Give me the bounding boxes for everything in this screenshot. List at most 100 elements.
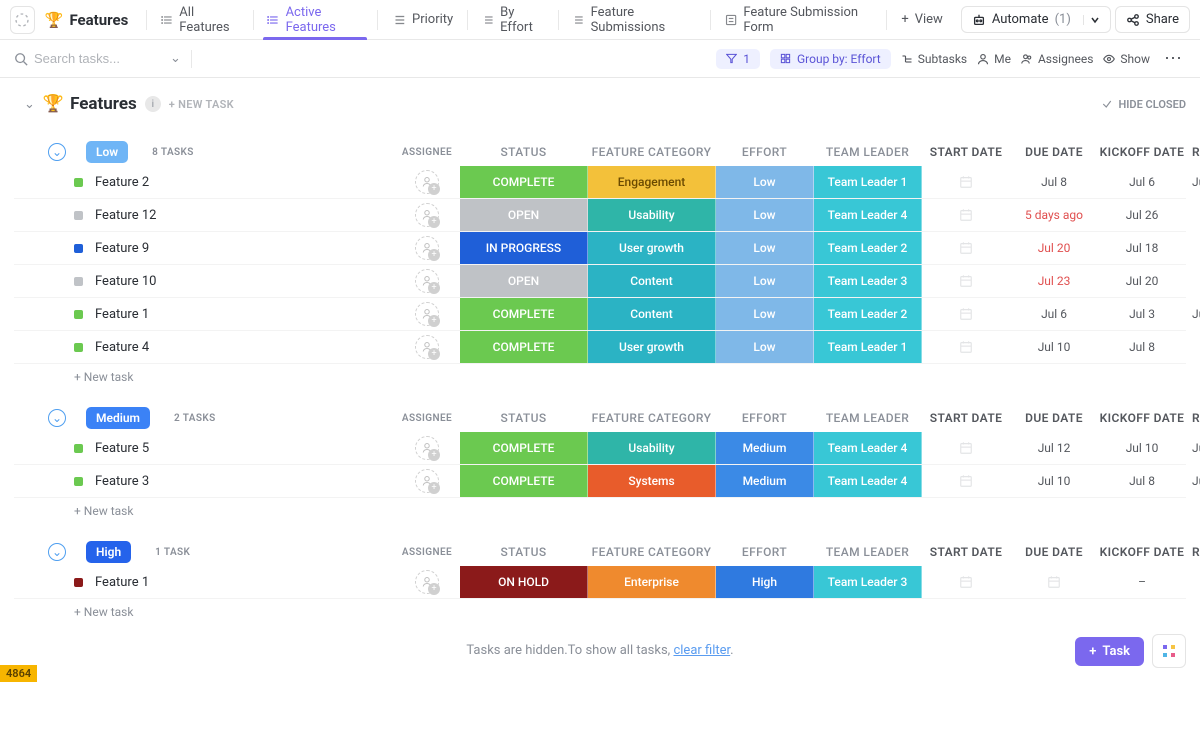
- chevron-down-icon[interactable]: ⌄: [48, 409, 66, 427]
- more-icon[interactable]: ⋯: [1160, 48, 1186, 69]
- status-cell[interactable]: COMPLETE: [460, 331, 588, 363]
- info-icon[interactable]: i: [145, 96, 161, 112]
- due-date-cell[interactable]: Jul 8: [1010, 166, 1098, 198]
- task-name[interactable]: Feature 1: [95, 307, 149, 322]
- effort-cell[interactable]: Low: [716, 298, 814, 330]
- table-row[interactable]: Feature 10OPENContentLowTeam Leader 3Jul…: [14, 265, 1186, 298]
- task-name[interactable]: Feature 10: [95, 274, 156, 289]
- assignee-placeholder-icon[interactable]: [415, 236, 439, 260]
- kickoff-date-cell[interactable]: Jul 18: [1098, 232, 1186, 264]
- col-start[interactable]: START DATE: [922, 145, 1010, 159]
- category-cell[interactable]: User growth: [588, 331, 716, 363]
- kickoff-date-cell[interactable]: Jul 8: [1098, 331, 1186, 363]
- col-review[interactable]: REVIEW: [1186, 545, 1200, 559]
- review-cell[interactable]: Ju: [1186, 298, 1200, 330]
- assignee-cell[interactable]: [394, 265, 460, 297]
- status-cell[interactable]: COMPLETE: [460, 298, 588, 330]
- start-date-cell[interactable]: [922, 298, 1010, 330]
- col-kickoff[interactable]: KICKOFF DATE: [1098, 411, 1186, 425]
- review-cell[interactable]: [1186, 566, 1200, 598]
- table-row[interactable]: Feature 4COMPLETEUser growthLowTeam Lead…: [14, 331, 1186, 364]
- start-date-cell[interactable]: [922, 432, 1010, 464]
- start-date-cell[interactable]: [922, 232, 1010, 264]
- category-cell[interactable]: Content: [588, 298, 716, 330]
- tab-by-effort[interactable]: By Effort: [472, 0, 553, 40]
- chevron-down-icon[interactable]: ⌄: [170, 51, 181, 66]
- due-date-cell[interactable]: Jul 10: [1010, 465, 1098, 497]
- kickoff-date-cell[interactable]: –: [1098, 566, 1186, 598]
- automate-button[interactable]: Automate (1): [961, 6, 1111, 33]
- new-task-row-button[interactable]: + New task: [14, 364, 1186, 390]
- review-cell[interactable]: Ju: [1186, 432, 1200, 464]
- assignee-placeholder-icon[interactable]: [415, 335, 439, 359]
- effort-cell[interactable]: Low: [716, 166, 814, 198]
- col-due[interactable]: DUE DATE: [1010, 411, 1098, 425]
- chevron-down-icon[interactable]: ⌄: [48, 143, 66, 161]
- table-row[interactable]: Feature 3COMPLETESystemsMediumTeam Leade…: [14, 465, 1186, 498]
- assignee-placeholder-icon[interactable]: [415, 203, 439, 227]
- review-cell[interactable]: Ju: [1186, 465, 1200, 497]
- review-cell[interactable]: [1186, 331, 1200, 363]
- effort-cell[interactable]: Medium: [716, 432, 814, 464]
- leader-cell[interactable]: Team Leader 2: [814, 298, 922, 330]
- col-due[interactable]: DUE DATE: [1010, 545, 1098, 559]
- task-name-cell[interactable]: Feature 2: [14, 166, 394, 198]
- task-name-cell[interactable]: Feature 3: [14, 465, 394, 497]
- assignee-cell[interactable]: [394, 465, 460, 497]
- col-leader[interactable]: TEAM LEADER: [814, 545, 922, 559]
- task-name[interactable]: Feature 3: [95, 474, 149, 489]
- status-cell[interactable]: OPEN: [460, 265, 588, 297]
- assignee-placeholder-icon[interactable]: [415, 436, 439, 460]
- assignee-placeholder-icon[interactable]: [415, 469, 439, 493]
- effort-cell[interactable]: Medium: [716, 465, 814, 497]
- review-cell[interactable]: [1186, 265, 1200, 297]
- due-date-cell[interactable]: Jul 6: [1010, 298, 1098, 330]
- assignee-cell[interactable]: [394, 232, 460, 264]
- group-badge[interactable]: Low: [86, 141, 128, 163]
- task-name-cell[interactable]: Feature 5: [14, 432, 394, 464]
- task-name-cell[interactable]: Feature 4: [14, 331, 394, 363]
- assignee-cell[interactable]: [394, 166, 460, 198]
- kickoff-date-cell[interactable]: Jul 6: [1098, 166, 1186, 198]
- leader-cell[interactable]: Team Leader 4: [814, 432, 922, 464]
- status-cell[interactable]: COMPLETE: [460, 166, 588, 198]
- page-title[interactable]: 🏆 Features: [39, 11, 135, 29]
- col-category[interactable]: FEATURE CATEGORY: [588, 545, 716, 559]
- due-date-cell[interactable]: Jul 20: [1010, 232, 1098, 264]
- effort-cell[interactable]: Low: [716, 199, 814, 231]
- share-button[interactable]: Share: [1115, 6, 1190, 33]
- col-leader[interactable]: TEAM LEADER: [814, 145, 922, 159]
- subtasks-button[interactable]: Subtasks: [901, 52, 967, 66]
- new-task-row-button[interactable]: + New task: [14, 498, 1186, 524]
- chevron-down-icon[interactable]: [1083, 15, 1100, 25]
- due-date-cell[interactable]: Jul 10: [1010, 331, 1098, 363]
- status-cell[interactable]: OPEN: [460, 199, 588, 231]
- group-by-pill[interactable]: Group by: Effort: [770, 49, 891, 69]
- leader-cell[interactable]: Team Leader 1: [814, 331, 922, 363]
- status-cell[interactable]: COMPLETE: [460, 432, 588, 464]
- kickoff-date-cell[interactable]: Jul 3: [1098, 298, 1186, 330]
- due-date-cell[interactable]: Jul 23: [1010, 265, 1098, 297]
- new-task-row-button[interactable]: + New task: [14, 599, 1186, 625]
- col-status[interactable]: STATUS: [460, 545, 588, 559]
- effort-cell[interactable]: High: [716, 566, 814, 598]
- tab-active-features[interactable]: Active Features: [257, 0, 373, 40]
- task-name[interactable]: Feature 2: [95, 175, 149, 190]
- col-assignee[interactable]: ASSIGNEE: [394, 147, 460, 158]
- category-cell[interactable]: Content: [588, 265, 716, 297]
- col-due[interactable]: DUE DATE: [1010, 145, 1098, 159]
- table-row[interactable]: Feature 1 COMPLETEContentLowTeam Leader 2…: [14, 298, 1186, 331]
- task-name-cell[interactable]: Feature 1: [14, 566, 394, 598]
- app-icon[interactable]: [10, 6, 35, 34]
- search-input[interactable]: [34, 51, 164, 66]
- category-cell[interactable]: User growth: [588, 232, 716, 264]
- assignees-button[interactable]: Assignees: [1021, 52, 1093, 66]
- list-title[interactable]: 🏆 Features: [43, 94, 137, 114]
- new-task-inline-button[interactable]: + NEW TASK: [169, 98, 234, 111]
- leader-cell[interactable]: Team Leader 4: [814, 199, 922, 231]
- group-badge[interactable]: High: [86, 541, 131, 563]
- col-status[interactable]: STATUS: [460, 145, 588, 159]
- filter-pill[interactable]: 1: [716, 49, 760, 69]
- col-review[interactable]: REVIEW: [1186, 411, 1200, 425]
- kickoff-date-cell[interactable]: Jul 10: [1098, 432, 1186, 464]
